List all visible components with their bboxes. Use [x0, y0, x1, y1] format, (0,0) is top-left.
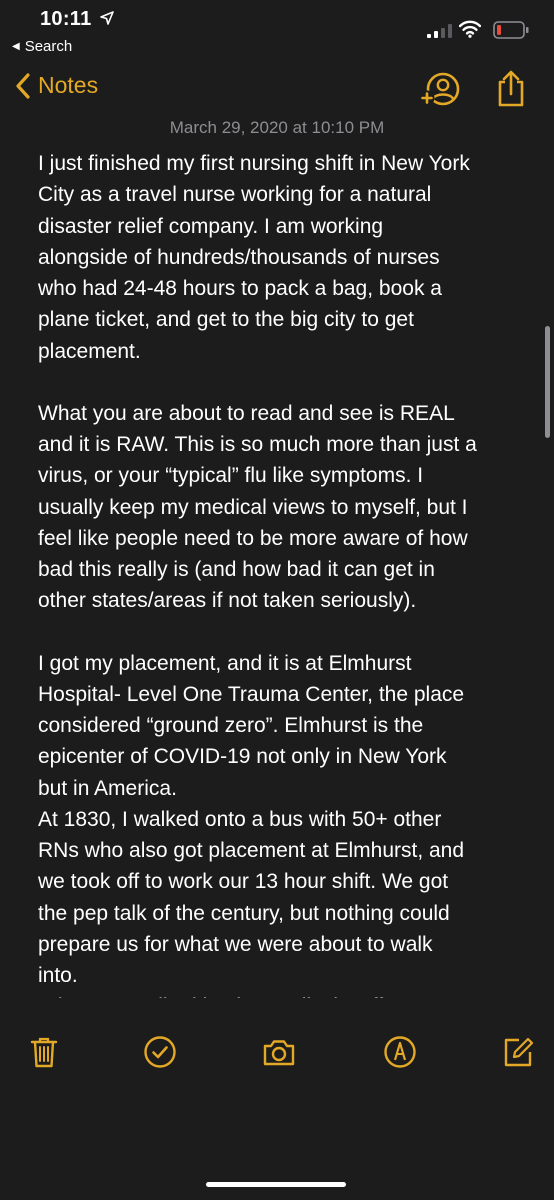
location-arrow-icon [100, 11, 114, 25]
note-paragraph: I got my placement, and it is at Elmhurs… [38, 651, 465, 999]
battery-icon [493, 21, 529, 39]
back-app-label: Search [24, 38, 73, 55]
home-indicator[interactable] [206, 1182, 346, 1187]
back-triangle-icon: ◀ [12, 41, 20, 52]
wifi-icon [459, 20, 481, 38]
camera-icon[interactable] [262, 1035, 296, 1069]
back-label: Notes [38, 72, 99, 98]
note-body[interactable]: I just finished my first nursing shift i… [38, 148, 538, 998]
note-date: March 29, 2020 at 10:10 PM [169, 118, 385, 137]
add-person-icon[interactable] [418, 70, 460, 108]
checklist-icon[interactable] [143, 1035, 177, 1069]
compose-icon[interactable] [501, 1035, 535, 1069]
note-paragraph: What you are about to read and see is RE… [38, 401, 477, 613]
share-icon[interactable] [494, 68, 528, 108]
markup-icon[interactable] [383, 1035, 417, 1069]
scroll-indicator[interactable] [545, 326, 550, 438]
cellular-signal-icon [427, 24, 452, 38]
note-paragraph: I just finished my first nursing shift i… [38, 152, 470, 363]
back-to-app-link[interactable]: ◀ Search [12, 38, 72, 55]
trash-icon[interactable] [27, 1035, 61, 1069]
bottom-toolbar [0, 1000, 554, 1200]
back-to-notes-button[interactable]: Notes [16, 72, 98, 99]
status-bar: 10:11 ◀ Search [0, 0, 554, 62]
status-time: 10:11 [40, 8, 92, 30]
navigation-bar: Notes [0, 64, 554, 116]
chevron-left-icon [16, 72, 30, 99]
